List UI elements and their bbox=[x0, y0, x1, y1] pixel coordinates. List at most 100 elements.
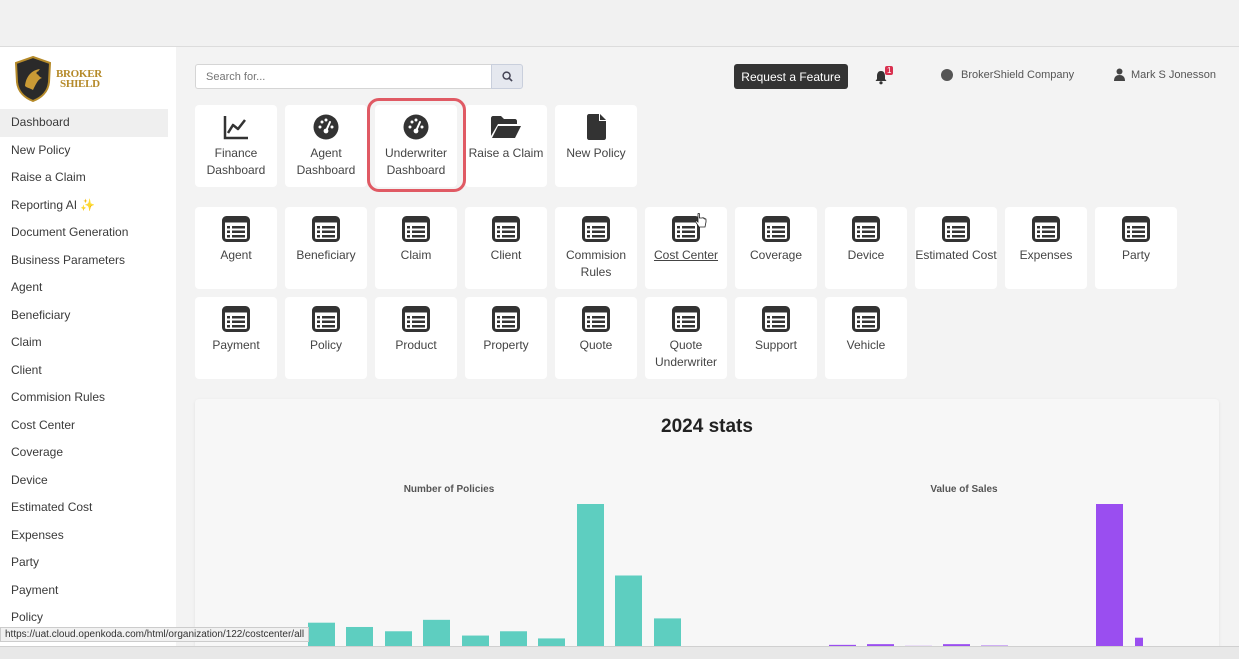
table-list-icon bbox=[1095, 216, 1177, 242]
sidebar-item-client[interactable]: Client bbox=[0, 357, 176, 385]
brokershield-logo[interactable]: BROKER SHIELD bbox=[14, 55, 104, 103]
tile-device[interactable]: Device bbox=[825, 207, 907, 289]
sidebar-item-dashboard[interactable]: Dashboard bbox=[0, 109, 168, 137]
company-selector[interactable]: BrokerShield Company bbox=[941, 69, 1074, 81]
tile-label: Beneficiary bbox=[296, 248, 356, 262]
policies-bar-9[interactable] bbox=[615, 575, 642, 648]
policies-bar-1[interactable] bbox=[308, 622, 335, 647]
tile-label: Agent Dashboard bbox=[296, 146, 356, 177]
table-list-icon bbox=[555, 216, 637, 242]
main-content: Request a Feature 1 BrokerShield Company… bbox=[176, 47, 1239, 659]
gauge-icon bbox=[375, 114, 457, 140]
tile-estimated-cost[interactable]: Estimated Cost bbox=[915, 207, 997, 289]
sidebar: BROKER SHIELD Dashboard New Policy Raise a… bbox=[0, 47, 176, 647]
tile-client[interactable]: Client bbox=[465, 207, 547, 289]
tile-property[interactable]: Property bbox=[465, 297, 547, 379]
policies-bar-6[interactable] bbox=[500, 631, 527, 647]
brand-line2: SHIELD bbox=[60, 78, 100, 90]
hand-cursor-icon bbox=[695, 213, 707, 228]
policies-bar-10[interactable] bbox=[654, 618, 681, 647]
sales-bar-10[interactable] bbox=[1096, 504, 1123, 647]
tile-quote[interactable]: Quote bbox=[555, 297, 637, 379]
tile-product[interactable]: Product bbox=[375, 297, 457, 379]
sidebar-item-payment[interactable]: Payment bbox=[0, 577, 176, 605]
table-list-icon bbox=[285, 216, 367, 242]
search-button[interactable] bbox=[491, 64, 523, 89]
sidebar-item-expenses[interactable]: Expenses bbox=[0, 522, 176, 550]
browser-bottom-bar bbox=[0, 646, 1239, 659]
sidebar-item-coverage[interactable]: Coverage bbox=[0, 439, 176, 467]
sidebar-item-agent[interactable]: Agent bbox=[0, 274, 176, 302]
tile-expenses[interactable]: Expenses bbox=[1005, 207, 1087, 289]
table-list-icon bbox=[465, 306, 547, 332]
tile-payment[interactable]: Payment bbox=[195, 297, 277, 379]
sidebar-item-cost-center[interactable]: Cost Center bbox=[0, 412, 176, 440]
tile-party[interactable]: Party bbox=[1095, 207, 1177, 289]
tile-policy[interactable]: Policy bbox=[285, 297, 367, 379]
notifications-button[interactable]: 1 bbox=[874, 66, 898, 87]
sidebar-item-estimated-cost[interactable]: Estimated Cost bbox=[0, 494, 176, 522]
tile-coverage[interactable]: Coverage bbox=[735, 207, 817, 289]
tile-commision-rules[interactable]: Commision Rules bbox=[555, 207, 637, 289]
sidebar-item-raise-a-claim[interactable]: Raise a Claim bbox=[0, 164, 176, 192]
user-icon bbox=[1114, 68, 1125, 81]
sidebar-item-reporting-ai[interactable]: Reporting AI ✨ bbox=[0, 192, 176, 220]
sidebar-item-document-generation[interactable]: Document Generation bbox=[0, 219, 176, 247]
file-icon bbox=[555, 114, 637, 140]
table-list-icon bbox=[285, 306, 367, 332]
tile-label: Commision Rules bbox=[565, 248, 626, 279]
tile-finance-dashboard[interactable]: Finance Dashboard bbox=[195, 105, 277, 187]
tile-quote-underwriter[interactable]: Quote Underwriter bbox=[645, 297, 727, 379]
sidebar-item-new-policy[interactable]: New Policy bbox=[0, 137, 176, 165]
policies-bar-2[interactable] bbox=[346, 626, 373, 647]
sales-chart bbox=[751, 504, 1143, 647]
tile-new-policy[interactable]: New Policy bbox=[555, 105, 637, 187]
tile-underwriter-dashboard[interactable]: Underwriter Dashboard bbox=[375, 105, 457, 187]
policies-bar-4[interactable] bbox=[423, 619, 450, 647]
tile-raise-a-claim[interactable]: Raise a Claim bbox=[465, 105, 547, 187]
tile-agent[interactable]: Agent bbox=[195, 207, 277, 289]
tile-label: Quote Underwriter bbox=[654, 338, 717, 369]
policies-chart bbox=[308, 504, 681, 648]
tile-label: Product bbox=[395, 338, 437, 352]
search-bar bbox=[195, 64, 523, 89]
search-icon bbox=[501, 71, 513, 82]
table-list-icon bbox=[825, 216, 907, 242]
policies-bar-3[interactable] bbox=[385, 631, 412, 647]
user-name: Mark S Jonesson bbox=[1131, 68, 1216, 81]
sidebar-item-commision-rules[interactable]: Commision Rules bbox=[0, 384, 176, 412]
tile-label: Finance Dashboard bbox=[206, 146, 266, 177]
tile-label: Policy bbox=[309, 338, 342, 352]
shield-logo-icon bbox=[14, 56, 52, 102]
sidebar-item-claim[interactable]: Claim bbox=[0, 329, 176, 357]
table-list-icon bbox=[915, 216, 997, 242]
search-input[interactable] bbox=[195, 64, 491, 89]
tile-beneficiary[interactable]: Beneficiary bbox=[285, 207, 367, 289]
tile-agent-dashboard[interactable]: Agent Dashboard bbox=[285, 105, 367, 187]
table-list-icon bbox=[195, 306, 277, 332]
browser-top-bar bbox=[0, 0, 1239, 47]
company-icon bbox=[941, 69, 953, 81]
tile-claim[interactable]: Claim bbox=[375, 207, 457, 289]
tile-label: Estimated Cost bbox=[915, 248, 997, 262]
sidebar-item-beneficiary[interactable]: Beneficiary bbox=[0, 302, 176, 330]
notification-badge: 1 bbox=[885, 66, 894, 75]
tile-label: Party bbox=[1121, 248, 1150, 262]
user-menu[interactable]: Mark S Jonesson bbox=[1114, 68, 1216, 81]
tile-vehicle[interactable]: Vehicle bbox=[825, 297, 907, 379]
tile-label: Support bbox=[754, 338, 798, 352]
folder-open-icon bbox=[465, 114, 547, 140]
sidebar-item-business-parameters[interactable]: Business Parameters bbox=[0, 247, 176, 275]
table-list-icon bbox=[645, 216, 727, 242]
sidebar-item-device[interactable]: Device bbox=[0, 467, 176, 495]
request-feature-button[interactable]: Request a Feature bbox=[734, 64, 848, 89]
chart-line-icon bbox=[195, 114, 277, 140]
sidebar-item-party[interactable]: Party bbox=[0, 549, 176, 577]
policies-bar-8[interactable] bbox=[577, 504, 604, 647]
tile-label: Coverage bbox=[749, 248, 803, 262]
table-list-icon bbox=[645, 306, 727, 332]
tile-cost-center[interactable]: Cost Center bbox=[645, 207, 727, 289]
tile-support[interactable]: Support bbox=[735, 297, 817, 379]
status-bar-url: https://uat.cloud.openkoda.com/html/orga… bbox=[0, 627, 310, 642]
tile-label: Quote bbox=[579, 338, 613, 352]
